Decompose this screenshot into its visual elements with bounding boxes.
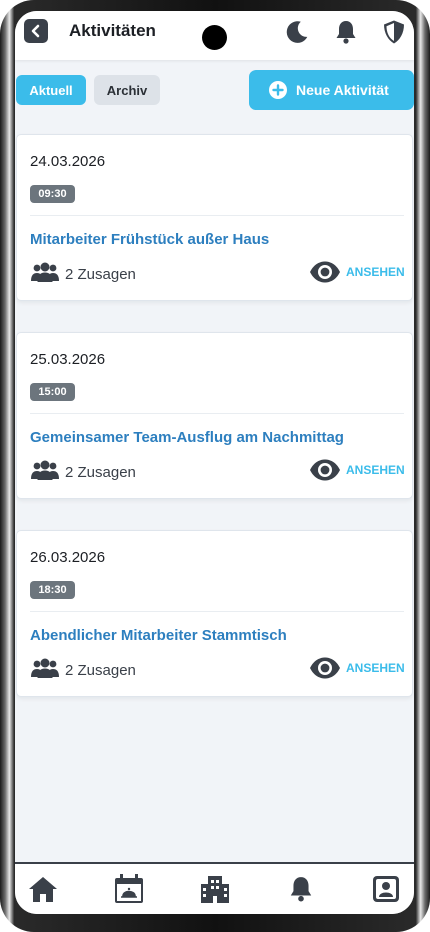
nav-home[interactable] xyxy=(27,873,59,905)
activity-title-link[interactable]: Gemeinsamer Team-Ausflug am Nachmittag xyxy=(30,429,344,446)
card-divider xyxy=(30,611,404,612)
view-button[interactable]: ANSEHEN xyxy=(346,661,405,675)
eye-icon[interactable] xyxy=(309,458,341,482)
bottom-navigation xyxy=(15,862,414,914)
back-icon xyxy=(31,24,40,38)
participants-count: 2 Zusagen xyxy=(65,266,136,283)
nav-profile[interactable] xyxy=(370,873,402,905)
activity-date: 24.03.2026 xyxy=(30,153,106,170)
users-icon xyxy=(31,262,59,282)
activity-date: 25.03.2026 xyxy=(30,351,106,368)
new-activity-button[interactable]: Neue Aktivität xyxy=(249,70,414,110)
participants-count: 2 Zusagen xyxy=(65,662,136,679)
eye-icon[interactable] xyxy=(309,656,341,680)
dark-mode-toggle[interactable] xyxy=(284,19,310,45)
activity-card: 25.03.2026 15:00 Gemeinsamer Team-Ausflu… xyxy=(16,332,413,499)
moon-icon xyxy=(286,21,308,43)
view-button[interactable]: ANSEHEN xyxy=(346,463,405,477)
view-button[interactable]: ANSEHEN xyxy=(346,265,405,279)
activity-date: 26.03.2026 xyxy=(30,549,106,566)
new-activity-label: Neue Aktivität xyxy=(296,82,389,98)
user-icon xyxy=(373,876,399,902)
eye-icon[interactable] xyxy=(309,260,341,284)
calendar-event-icon xyxy=(115,874,143,903)
activity-time-badge: 15:00 xyxy=(30,383,75,401)
nav-notifications[interactable] xyxy=(285,873,317,905)
participants-count: 2 Zusagen xyxy=(65,464,136,481)
activity-time-badge: 09:30 xyxy=(30,185,75,203)
back-button[interactable] xyxy=(24,19,48,43)
activity-title-link[interactable]: Abendlicher Mitarbeiter Stammtisch xyxy=(30,627,287,644)
tab-archiv[interactable]: Archiv xyxy=(94,75,160,105)
front-camera xyxy=(202,25,227,50)
page-title: Aktivitäten xyxy=(69,21,156,40)
bell-icon xyxy=(290,877,312,902)
nav-company[interactable] xyxy=(199,873,231,905)
notifications-button[interactable] xyxy=(333,19,359,45)
activity-title-link[interactable]: Mitarbeiter Frühstück außer Haus xyxy=(30,231,269,248)
activity-time-badge: 18:30 xyxy=(30,581,75,599)
security-button[interactable] xyxy=(381,19,407,45)
plus-circle-icon xyxy=(269,81,287,99)
app-screen: Aktivitäten Aktuell Archiv Neue Aktivitä… xyxy=(15,11,414,914)
card-divider xyxy=(30,413,404,414)
shield-icon xyxy=(384,20,404,44)
bell-icon xyxy=(336,21,356,44)
card-divider xyxy=(30,215,404,216)
home-icon xyxy=(29,877,57,902)
nav-events[interactable] xyxy=(113,873,145,905)
activity-card: 26.03.2026 18:30 Abendlicher Mitarbeiter… xyxy=(16,530,413,697)
building-icon xyxy=(201,876,229,903)
activity-card: 24.03.2026 09:30 Mitarbeiter Frühstück a… xyxy=(16,134,413,301)
users-icon xyxy=(31,658,59,678)
tab-aktuell[interactable]: Aktuell xyxy=(16,75,86,105)
top-bar: Aktivitäten xyxy=(15,11,414,60)
users-icon xyxy=(31,460,59,480)
